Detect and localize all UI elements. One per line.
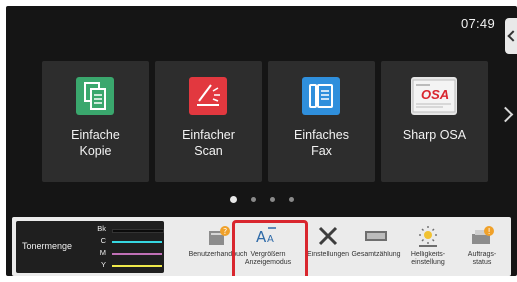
tile-einfache-kopie[interactable]: Einfache Kopie	[42, 61, 149, 182]
tile-einfacher-scan[interactable]: Einfacher Scan	[155, 61, 262, 182]
fax-icon	[302, 77, 340, 115]
osa-logo: OSA	[411, 77, 457, 115]
toner-row-c: C	[98, 236, 162, 247]
tile-label: Einfacher Scan	[182, 128, 235, 158]
tile-label: Einfache Kopie	[71, 128, 120, 158]
job-status-icon: !	[472, 226, 494, 244]
chevron-left-icon	[506, 30, 517, 42]
side-panel-toggle[interactable]	[505, 18, 517, 54]
page-dot-active[interactable]	[229, 196, 237, 203]
function-helligkeitseinstellung[interactable]: Helligkeits- einstellung	[402, 220, 454, 274]
touch-panel-screen: 07:49 Einfache Kopie Einfacher Scan Einf…	[6, 6, 517, 276]
settings-icon	[318, 226, 338, 246]
manual-icon: ?	[209, 226, 230, 245]
copy-icon	[76, 77, 114, 115]
toner-row-y: Y	[98, 260, 162, 271]
home-tiles: Einfache Kopie Einfacher Scan Einfaches …	[42, 61, 502, 186]
brightness-icon	[419, 226, 437, 247]
clock: 07:49	[460, 16, 495, 31]
page-dot[interactable]	[250, 197, 256, 202]
toner-row-m: M	[98, 248, 162, 259]
toner-bar-c	[112, 241, 162, 243]
toner-key: Bk	[97, 224, 106, 233]
osa-logo-text: OSA	[421, 87, 450, 102]
function-einstellungen[interactable]: Einstellungen	[302, 220, 354, 274]
page-dot[interactable]	[269, 197, 275, 202]
toner-level-panel[interactable]: Tonermenge Bk C M Y	[16, 221, 164, 273]
toner-bar-bk	[112, 229, 164, 233]
function-label: Auftrags- status	[467, 251, 497, 266]
counter-icon	[365, 231, 387, 241]
toner-bar-y	[112, 265, 162, 267]
toner-bar-m	[112, 253, 162, 255]
svg-text:!: !	[488, 227, 491, 236]
scan-icon	[189, 77, 227, 115]
page-indicator	[6, 196, 517, 203]
function-auftragsstatus[interactable]: ! Auftrags- status	[456, 220, 508, 274]
tile-sharp-osa[interactable]: OSA Sharp OSA	[381, 61, 488, 182]
tile-einfaches-fax[interactable]: Einfaches Fax	[268, 61, 375, 182]
toner-title: Tonermenge	[22, 241, 73, 251]
function-gesamtzaehlung[interactable]: Gesamtzählung	[350, 220, 402, 274]
highlight-frame	[232, 220, 308, 276]
toner-row-bk: Bk	[97, 224, 164, 235]
svg-text:?: ?	[223, 227, 227, 236]
toner-key: M	[99, 248, 106, 257]
page-dot[interactable]	[288, 197, 294, 202]
toner-key: Y	[100, 260, 106, 269]
tile-label: Sharp OSA	[402, 128, 467, 142]
tile-label: Einfaches Fax	[294, 128, 349, 158]
toner-key: C	[100, 236, 106, 245]
